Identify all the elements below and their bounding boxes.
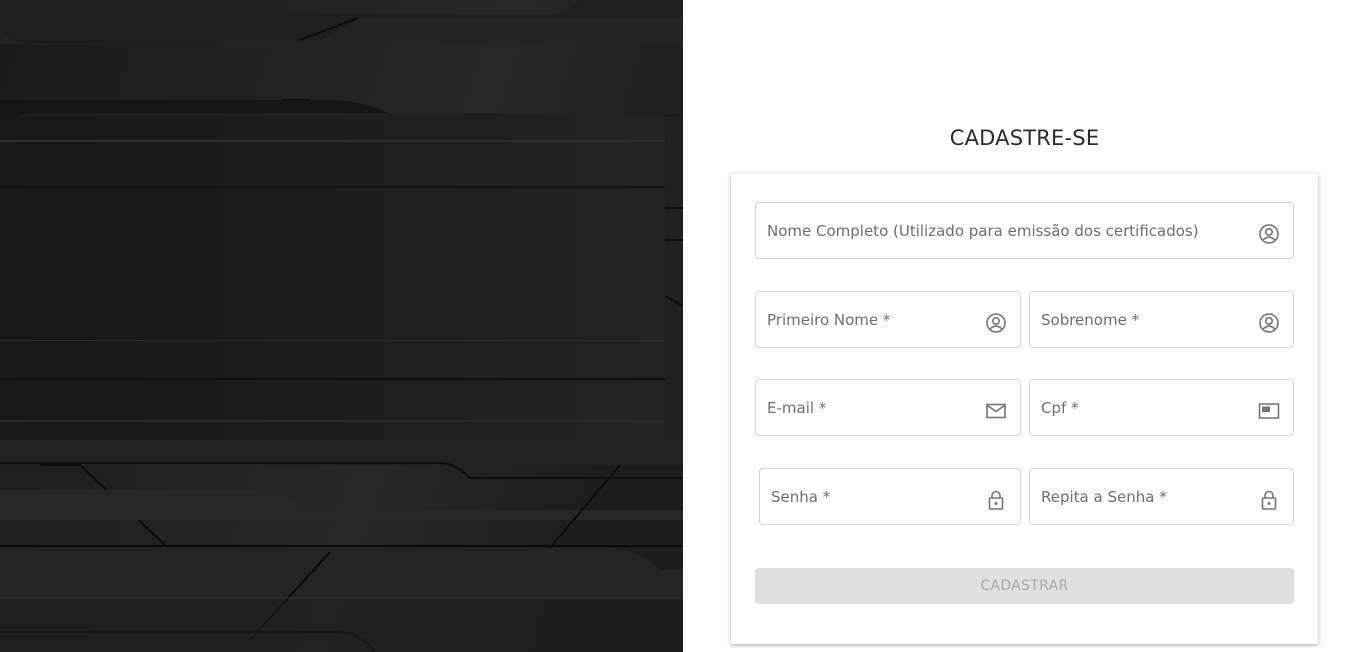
id-card-icon <box>1258 402 1280 419</box>
page-title: CADASTRE-SE <box>949 126 1100 150</box>
password-confirm-field[interactable] <box>1029 468 1294 525</box>
last-name-field[interactable] <box>1029 291 1294 348</box>
account-circle-icon <box>986 312 1006 333</box>
password-confirm-input[interactable] <box>1030 469 1293 524</box>
first-name-input[interactable] <box>756 292 1020 347</box>
password-field[interactable] <box>759 468 1021 525</box>
mail-icon <box>986 403 1006 418</box>
full-name-input[interactable] <box>756 203 1293 258</box>
registration-form-card: CADASTRAR <box>731 174 1318 644</box>
last-name-input[interactable] <box>1030 292 1293 347</box>
register-button[interactable]: CADASTRAR <box>755 568 1294 604</box>
lock-icon <box>1261 490 1277 510</box>
email-input[interactable] <box>756 380 1020 435</box>
first-name-field[interactable] <box>755 291 1021 348</box>
account-circle-icon <box>1259 223 1279 244</box>
email-field[interactable] <box>755 379 1021 436</box>
account-circle-icon <box>1259 312 1279 333</box>
abstract-dark-background <box>0 0 683 652</box>
password-input[interactable] <box>760 469 1020 524</box>
cpf-field[interactable] <box>1029 379 1294 436</box>
cpf-input[interactable] <box>1030 380 1293 435</box>
lock-icon <box>988 490 1004 510</box>
full-name-field[interactable] <box>755 202 1294 259</box>
background-image-panel <box>0 0 683 652</box>
